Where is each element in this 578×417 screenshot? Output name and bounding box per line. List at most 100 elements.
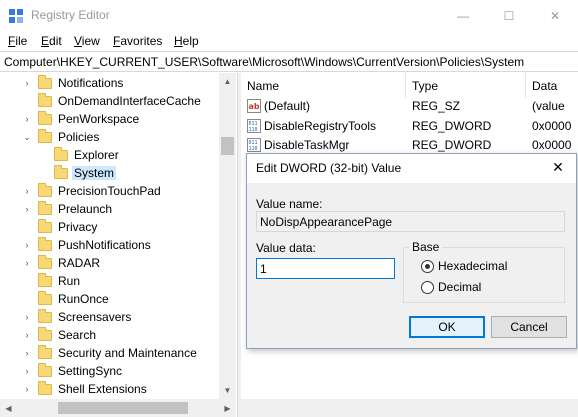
column-header-data[interactable]: Data xyxy=(526,73,578,98)
tree-item-shell-extensions[interactable]: › Shell Extensions xyxy=(22,380,149,398)
values-horizontal-scrollbar[interactable] xyxy=(241,399,578,417)
close-window-button[interactable]: ✕ xyxy=(532,0,578,31)
expand-chevron-icon[interactable]: › xyxy=(22,186,32,196)
dword-value-icon: 011 110 xyxy=(247,138,261,152)
expand-chevron-icon[interactable]: › xyxy=(22,348,32,358)
folder-icon xyxy=(38,380,52,395)
expand-chevron-icon[interactable]: › xyxy=(22,204,32,214)
close-icon: ✕ xyxy=(552,158,564,175)
value-data: 0x0000 xyxy=(532,119,572,133)
address-bar[interactable]: Computer\HKEY_CURRENT_USER\Software\Micr… xyxy=(0,51,578,72)
tree-item-security-and-maintenance[interactable]: › Security and Maintenance xyxy=(22,344,199,362)
expand-chevron-icon[interactable]: › xyxy=(22,258,32,268)
tree-horizontal-scrollbar[interactable]: ◀ ▶ xyxy=(0,399,236,417)
menu-bar: File Edit View Favorites Help xyxy=(0,31,578,51)
tree-item-label: RADAR xyxy=(58,256,101,270)
expand-chevron-icon[interactable]: › xyxy=(22,366,32,376)
maximize-button[interactable]: ☐ xyxy=(486,0,532,31)
value-type: REG_DWORD xyxy=(412,119,492,133)
tree-item-label: OnDemandInterfaceCache xyxy=(58,94,201,108)
tree-item-label: Search xyxy=(58,328,97,342)
tree-item-privacy[interactable]: Privacy xyxy=(22,218,99,236)
dword-value-icon: 011 110 xyxy=(247,119,261,133)
tree-item-label: Security and Maintenance xyxy=(58,346,197,360)
dialog-close-button[interactable]: ✕ xyxy=(550,159,566,175)
folder-icon xyxy=(38,74,52,89)
window-title: Registry Editor xyxy=(31,8,110,22)
dialog-title-bar: Edit DWORD (32-bit) Value ✕ xyxy=(247,154,576,183)
expand-chevron-icon[interactable]: › xyxy=(22,312,32,322)
radio-label: Hexadecimal xyxy=(438,259,508,273)
tree-scroll-thumb[interactable] xyxy=(221,137,234,155)
radio-hexadecimal[interactable]: Hexadecimal xyxy=(421,259,507,273)
tree-item-label: System xyxy=(72,166,117,180)
radio-decimal[interactable]: Decimal xyxy=(421,280,481,294)
key-tree: › Notifications OnDemandInterfaceCache ›… xyxy=(0,73,237,417)
base-group-title: Base xyxy=(409,240,443,254)
expand-chevron-icon[interactable]: › xyxy=(22,384,32,394)
title-bar: Registry Editor — ☐ ✕ xyxy=(0,0,578,31)
tree-item-penworkspace[interactable]: › PenWorkspace xyxy=(22,110,141,128)
expand-chevron-icon[interactable]: › xyxy=(22,114,32,124)
tree-item-runonce[interactable]: RunOnce xyxy=(22,290,111,308)
menu-favorites[interactable]: Favorites xyxy=(113,34,162,48)
tree-item-policies[interactable]: ⌄ Policies xyxy=(22,128,101,146)
value-data-input[interactable]: 1 xyxy=(256,258,395,279)
tree-item-ondemandinterfacecache[interactable]: OnDemandInterfaceCache xyxy=(22,92,203,110)
scroll-left-arrow-icon[interactable]: ◀ xyxy=(0,399,17,417)
radio-checked-icon[interactable] xyxy=(421,259,434,273)
cancel-button[interactable]: Cancel xyxy=(491,316,567,338)
tree-item-screensavers[interactable]: › Screensavers xyxy=(22,308,133,326)
value-name-field: NoDispAppearancePage xyxy=(256,211,565,232)
expand-chevron-icon[interactable]: › xyxy=(22,330,32,340)
string-value-icon: ab xyxy=(247,99,261,113)
scroll-up-arrow-icon[interactable]: ▲ xyxy=(219,73,236,90)
expand-chevron-icon[interactable]: › xyxy=(22,78,32,88)
tree-item-label: Policies xyxy=(58,130,100,144)
radio-unchecked-icon[interactable] xyxy=(421,280,434,294)
tree-item-label: PenWorkspace xyxy=(58,112,140,126)
value-name-label: Value name: xyxy=(256,197,323,211)
value-name: (Default) xyxy=(264,99,311,113)
menu-help[interactable]: Help xyxy=(174,34,199,48)
tree-item-run[interactable]: Run xyxy=(22,272,82,290)
tree-item-label: SettingSync xyxy=(58,364,123,378)
scroll-right-arrow-icon[interactable]: ▶ xyxy=(219,399,236,417)
minimize-button[interactable]: — xyxy=(440,0,486,31)
minimize-icon: — xyxy=(457,8,469,23)
tree-item-label: PrecisionTouchPad xyxy=(58,184,161,198)
column-header-type[interactable]: Type xyxy=(406,73,526,98)
menu-file[interactable]: File xyxy=(8,34,27,48)
tree-item-explorer[interactable]: Explorer xyxy=(38,146,121,164)
tree-item-settingsync[interactable]: › SettingSync xyxy=(22,362,124,380)
tree-item-label: Prelaunch xyxy=(58,202,113,216)
address-path: Computer\HKEY_CURRENT_USER\Software\Micr… xyxy=(4,55,525,69)
tree-item-label: Notifications xyxy=(58,76,124,90)
tree-item-prelaunch[interactable]: › Prelaunch xyxy=(22,200,114,218)
expand-chevron-icon[interactable]: › xyxy=(22,240,32,250)
svg-text:ab: ab xyxy=(249,102,260,111)
tree-item-label: Explorer xyxy=(74,148,119,162)
collapse-chevron-icon[interactable]: ⌄ xyxy=(22,132,32,142)
tree-item-precisiontouchpad[interactable]: › PrecisionTouchPad xyxy=(22,182,163,200)
column-header-name[interactable]: Name xyxy=(241,73,406,98)
folder-icon xyxy=(38,326,52,341)
tree-vertical-scrollbar[interactable]: ▲ ▼ xyxy=(219,73,236,399)
value-name: DisableRegistryTools xyxy=(264,119,377,133)
tree-item-pushnotifications[interactable]: › PushNotifications xyxy=(22,236,153,254)
scroll-down-arrow-icon[interactable]: ▼ xyxy=(219,382,236,399)
value-data: (value xyxy=(532,99,565,113)
value-row[interactable]: 011 110 DisableRegistryTools REG_DWORD 0… xyxy=(241,117,578,136)
tree-item-system[interactable]: System xyxy=(38,164,117,182)
value-row[interactable]: ab (Default) REG_SZ (value xyxy=(241,97,578,116)
tree-item-search[interactable]: › Search xyxy=(22,326,98,344)
tree-hscroll-thumb[interactable] xyxy=(58,402,188,414)
menu-edit[interactable]: Edit xyxy=(41,34,62,48)
menu-view[interactable]: View xyxy=(74,34,100,48)
tree-item-label: Screensavers xyxy=(58,310,132,324)
tree-item-notifications[interactable]: › Notifications xyxy=(22,74,125,92)
tree-item-radar[interactable]: › RADAR xyxy=(22,254,102,272)
ok-button[interactable]: OK xyxy=(409,316,485,338)
